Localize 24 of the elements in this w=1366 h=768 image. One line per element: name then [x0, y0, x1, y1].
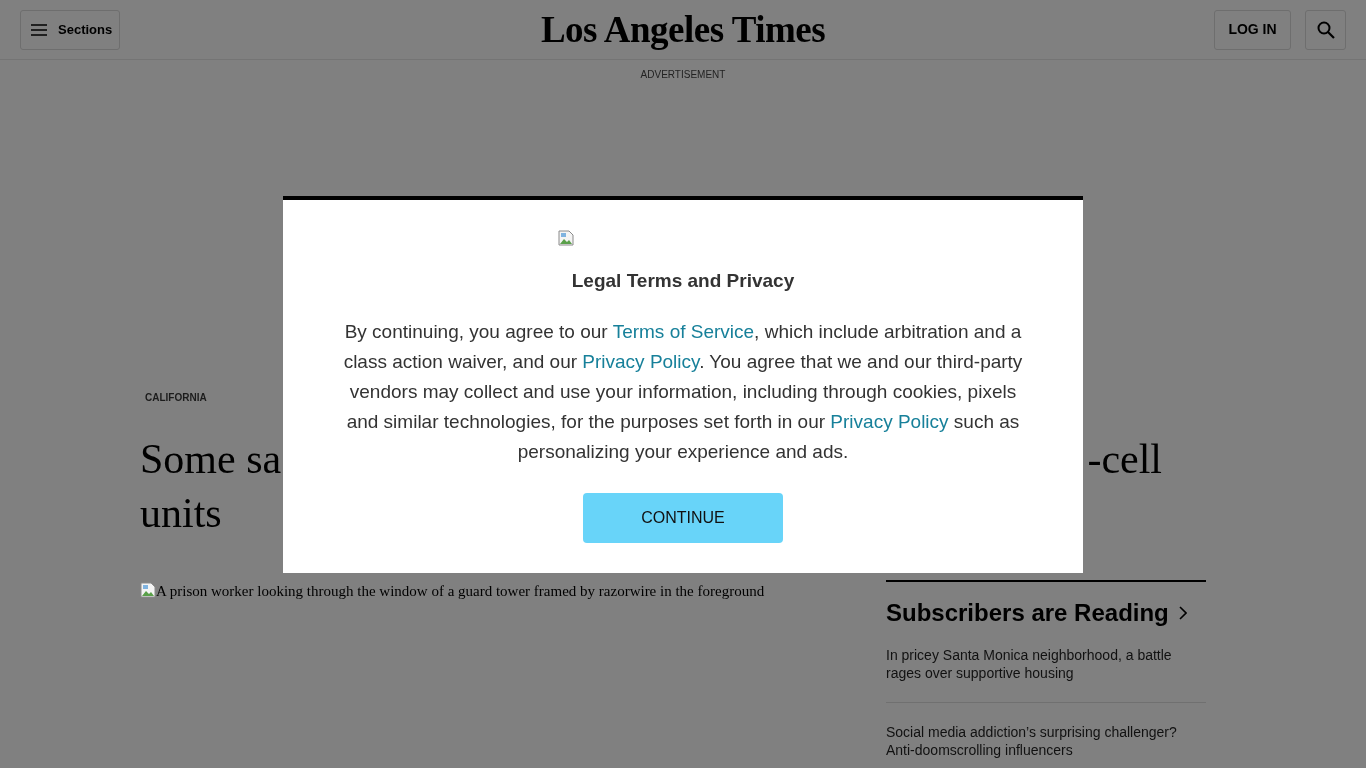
story-link[interactable]: In pricey Santa Monica neighborhood, a battle rages over supportive housing	[886, 646, 1206, 682]
broken-image-icon	[558, 230, 574, 246]
continue-button[interactable]: CONTINUE	[583, 493, 783, 543]
text-link[interactable]: Privacy Policy	[582, 351, 700, 372]
section-label: CALIFORNIA	[145, 392, 207, 403]
story-link[interactable]: Social media addiction’s surprising challenger? Anti-doomscrolling influencers	[886, 723, 1206, 759]
search-button[interactable]	[1305, 9, 1346, 50]
image-alt-text: A prison worker looking through the window of a guard tower framed by razorwire in the foreground	[156, 582, 765, 600]
text-link[interactable]: Privacy Policy	[830, 411, 949, 432]
consent-paragraph: By continuing, you agree to our Terms of Service, which include arbitration and a class action waiver, and our Privacy Policy. You agree that we and our third-party vendors may collect and use your information, including through cookies, pixels and similar technologies, for the purposes set forth in our Privacy Policy such as personalizing your experience and ads.	[342, 320, 1024, 464]
search-icon	[1316, 20, 1335, 39]
headline-text: units	[140, 490, 222, 536]
logo[interactable]: Los Angeles Times	[540, 7, 826, 52]
text-link[interactable]: Terms of Service	[612, 321, 755, 342]
dialog-title: Legal Terms and Privacy	[571, 270, 795, 292]
sections-menu-button[interactable]: Sections	[20, 9, 120, 50]
chevron-right-icon	[1178, 606, 1187, 620]
headline-text: Some sa	[140, 435, 282, 484]
broken-image-icon	[140, 582, 156, 598]
sidebar-title: Subscribers are Reading	[886, 599, 1169, 627]
headline-text: -cell	[1087, 435, 1162, 484]
menu-icon	[31, 23, 47, 36]
advertisement-label: ADVERTISEMENT	[640, 69, 726, 81]
login-button[interactable]: LOG IN	[1214, 9, 1291, 50]
